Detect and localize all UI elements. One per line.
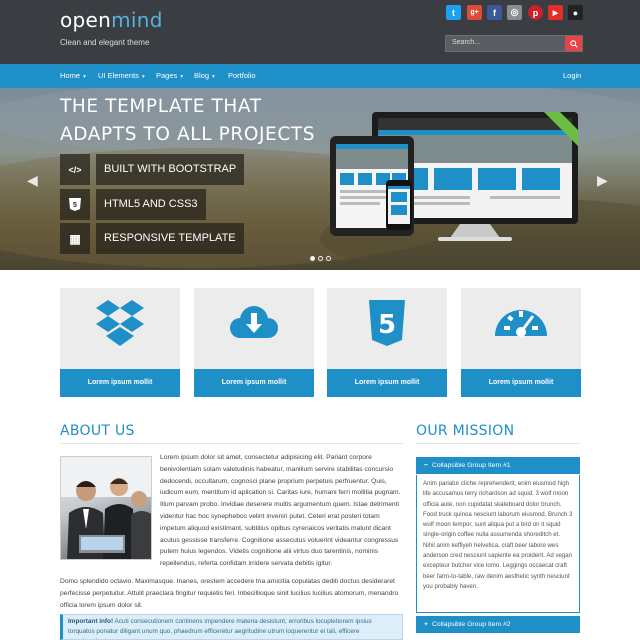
login-link[interactable]: Login (563, 71, 581, 80)
feature-label: RESPONSIVE TEMPLATE (96, 223, 244, 254)
slider-dot-2[interactable] (318, 256, 323, 261)
hero-title-line-2: ADAPTS TO ALL PROJECTS (60, 124, 316, 145)
accordion-body-1: Anim pariatur cliche reprehenderit, enim… (416, 475, 580, 613)
accordion-header-1[interactable]: − Collapsible Group Item #1 (416, 457, 580, 474)
top-header: openmind Clean and elegant theme t g+ f … (0, 0, 640, 64)
nav-home[interactable]: Home ▼ (60, 71, 87, 80)
feature-responsive: ▦ RESPONSIVE TEMPLATE (60, 223, 244, 254)
feature-bootstrap: </> BUILT WITH BOOTSTRAP (60, 154, 245, 185)
slider-dot-1[interactable] (310, 256, 315, 261)
feature-label: HTML5 AND CSS3 (96, 189, 206, 220)
slider-dot-3[interactable] (326, 256, 331, 261)
html5-icon: 5 (369, 300, 405, 346)
chevron-down-icon: ▼ (140, 74, 146, 80)
chevron-down-icon: ▼ (179, 74, 185, 80)
main-navbar: Home ▼ UI Elements ▼ Pages ▼ Blog ▼ Portfoli… (0, 64, 640, 88)
slider-next-arrow[interactable]: ▶ (597, 172, 608, 189)
about-title: ABOUT US (60, 423, 135, 439)
nav-blog[interactable]: Blog ▼ (194, 71, 216, 80)
site-logo[interactable]: openmind (60, 8, 163, 32)
hero-slider: THE TEMPLATE THAT ADAPTS TO ALL PROJECTS… (0, 88, 640, 270)
cloud-download-icon (230, 306, 278, 338)
card-label[interactable]: Lorem ipsum mollit (194, 369, 314, 397)
search-input[interactable]: Search... (452, 39, 480, 46)
feature-card-cloud[interactable]: Lorem ipsum mollit (194, 288, 314, 397)
info-alert: Important info! Acuti consecutionem cont… (60, 614, 403, 640)
feature-html5: 5 HTML5 AND CSS3 (60, 189, 227, 220)
search-box[interactable]: Search... (445, 35, 583, 52)
info-label: Important info! (68, 618, 114, 625)
hero-title-line-1: THE TEMPLATE THAT (60, 96, 262, 117)
nav-pages[interactable]: Pages ▼ (156, 71, 184, 80)
devices-illustration (330, 112, 578, 241)
table-icon: ▦ (60, 223, 90, 254)
html5-icon: 5 (60, 189, 90, 220)
chevron-down-icon: ▼ (211, 74, 216, 80)
accordion-header-2[interactable]: + Collapsible Group Item #2 (416, 616, 580, 633)
dropbox-icon (96, 300, 144, 346)
about-paragraph-1: Lorem ipsum dolor sit amet, consectetur … (160, 454, 401, 568)
card-label[interactable]: Lorem ipsum mollit (60, 369, 180, 397)
info-text: Acuti consecutionem continens impendere … (68, 618, 372, 639)
pinterest-icon[interactable]: p (528, 5, 543, 20)
feature-card-dashboard[interactable]: Lorem ipsum mollit (461, 288, 581, 397)
svg-text:5: 5 (73, 202, 77, 209)
twitter-icon[interactable]: t (446, 5, 461, 20)
nav-ui-elements[interactable]: UI Elements ▼ (98, 71, 146, 80)
card-label[interactable]: Lorem ipsum mollit (327, 369, 447, 397)
mission-title: OUR MISSION (416, 423, 515, 439)
plus-icon: + (424, 621, 428, 628)
site-tagline: Clean and elegant theme (60, 38, 150, 47)
feature-card-dropbox[interactable]: Lorem ipsum mollit (60, 288, 180, 397)
github-icon[interactable]: ● (568, 5, 583, 20)
youtube-icon[interactable]: ▶ (548, 5, 563, 20)
card-label[interactable]: Lorem ipsum mollit (461, 369, 581, 397)
mission-divider (416, 443, 580, 444)
chevron-down-icon: ▼ (82, 74, 87, 80)
facebook-icon[interactable]: f (487, 5, 502, 20)
about-divider (60, 443, 403, 444)
feature-card-html5[interactable]: 5 Lorem ipsum mollit (327, 288, 447, 397)
dashboard-icon (495, 310, 547, 337)
about-paragraph-2: Domo splendido octavio. Maximasque. Inan… (60, 578, 399, 609)
minus-icon: − (424, 462, 428, 469)
search-icon (569, 39, 578, 48)
feature-label: BUILT WITH BOOTSTRAP (96, 154, 245, 185)
code-icon: </> (60, 154, 90, 185)
svg-text:5: 5 (378, 310, 396, 340)
nav-portfolio[interactable]: Portfolio (228, 71, 256, 80)
slider-prev-arrow[interactable]: ◀ (27, 172, 38, 189)
google-plus-icon[interactable]: g+ (467, 5, 482, 20)
team-photo (60, 456, 152, 560)
search-button[interactable] (565, 36, 582, 51)
instagram-icon[interactable]: ◎ (507, 5, 522, 20)
